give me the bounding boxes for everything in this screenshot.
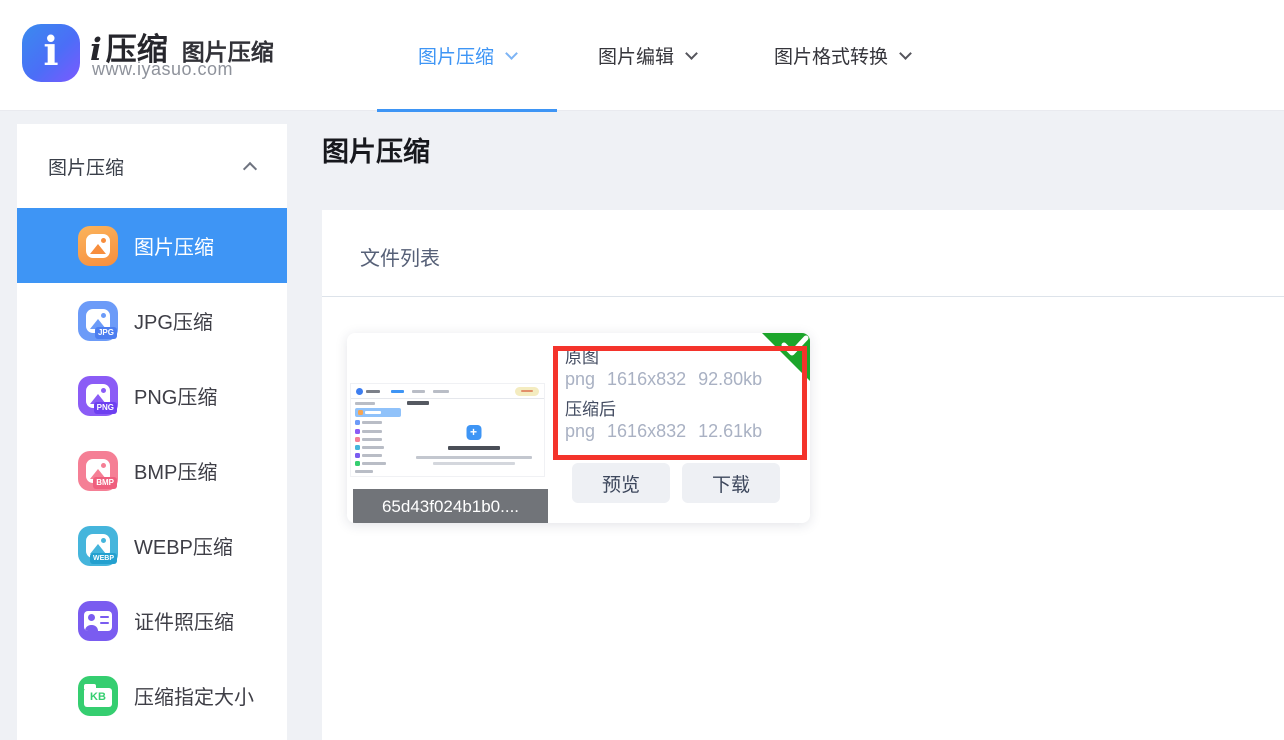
sidebar-item-id-photo-compress[interactable]: 证件照压缩 bbox=[17, 583, 287, 658]
sidebar-item-label: JPG压缩 bbox=[134, 306, 213, 335]
file-info: 原图 png 1616x832 92.80kb 压缩后 png 1616x832… bbox=[565, 347, 762, 443]
original-info: png 1616x832 92.80kb bbox=[565, 368, 762, 391]
download-button[interactable]: 下载 bbox=[682, 463, 780, 503]
photo-icon: BMP bbox=[78, 451, 118, 491]
nav-item-label: 图片压缩 bbox=[418, 42, 494, 69]
chevron-up-icon bbox=[243, 161, 257, 175]
sidebar-group-image-compress[interactable]: 图片压缩 bbox=[17, 124, 287, 208]
sidebar-item-image-compress[interactable]: 图片压缩 bbox=[17, 208, 287, 283]
sidebar: 图片压缩 图片压缩 JPG JPG压缩 PNG PNG压缩 BMP BMP压缩 … bbox=[17, 124, 287, 740]
sidebar-item-label: 压缩指定大小 bbox=[134, 681, 254, 710]
success-corner-check-icon bbox=[762, 333, 810, 381]
kb-badge: KB bbox=[90, 692, 106, 703]
format-badge: PNG bbox=[94, 402, 117, 414]
chevron-down-icon bbox=[505, 47, 518, 60]
compressed-label: 压缩后 bbox=[565, 399, 762, 420]
sidebar-item-bmp-compress[interactable]: BMP BMP压缩 bbox=[17, 433, 287, 508]
folder-icon: KB bbox=[78, 676, 118, 716]
page-title: 图片压缩 bbox=[322, 130, 430, 169]
brand-url: www.iyasuo.com bbox=[92, 59, 233, 80]
nav-item-label: 图片编辑 bbox=[598, 42, 674, 69]
file-thumbnail[interactable]: + 65d43f024b1b0.... bbox=[350, 335, 545, 487]
original-label: 原图 bbox=[565, 347, 762, 368]
top-nav: 图片压缩 图片编辑 图片格式转换 bbox=[377, 0, 947, 111]
photo-icon: WEBP bbox=[78, 526, 118, 566]
nav-item-image-edit[interactable]: 图片编辑 bbox=[557, 0, 737, 111]
format-badge: BMP bbox=[93, 477, 117, 489]
nav-item-label: 图片格式转换 bbox=[774, 42, 888, 69]
sidebar-item-label: PNG压缩 bbox=[134, 381, 217, 410]
preview-button[interactable]: 预览 bbox=[572, 463, 670, 503]
nav-item-image-compress[interactable]: 图片压缩 bbox=[377, 0, 557, 111]
sidebar-item-jpg-compress[interactable]: JPG JPG压缩 bbox=[17, 283, 287, 358]
photo-icon: PNG bbox=[78, 376, 118, 416]
plus-icon: + bbox=[466, 425, 481, 440]
chevron-down-icon bbox=[685, 47, 698, 60]
file-list-panel: 文件列表 bbox=[322, 210, 1284, 740]
sidebar-item-png-compress[interactable]: PNG PNG压缩 bbox=[17, 358, 287, 433]
photo-icon: JPG bbox=[78, 301, 118, 341]
sidebar-item-compress-to-size[interactable]: KB 压缩指定大小 bbox=[17, 658, 287, 733]
compressed-info: png 1616x832 12.61kb bbox=[565, 420, 762, 443]
panel-title: 文件列表 bbox=[360, 242, 440, 271]
thumbnail-mini-screenshot: + bbox=[350, 383, 545, 477]
photo-icon bbox=[78, 226, 118, 266]
file-card: + 65d43f024b1b0.... 原图 png 1616x832 92.8… bbox=[347, 333, 810, 523]
chevron-down-icon bbox=[899, 47, 912, 60]
sidebar-item-label: BMP压缩 bbox=[134, 456, 217, 485]
format-badge: WEBP bbox=[90, 553, 117, 564]
format-badge: JPG bbox=[95, 327, 117, 339]
brand-title: i压缩 图片压缩 bbox=[90, 24, 274, 64]
sidebar-group-label: 图片压缩 bbox=[48, 153, 124, 180]
id-card-icon bbox=[78, 601, 118, 641]
panel-divider bbox=[322, 296, 1284, 297]
sidebar-item-label: WEBP压缩 bbox=[134, 531, 233, 560]
app-header: i i压缩 图片压缩 www.iyasuo.com 图片压缩 图片编辑 图片格式… bbox=[0, 0, 1284, 111]
nav-item-format-convert[interactable]: 图片格式转换 bbox=[737, 0, 947, 111]
file-name-bar: 65d43f024b1b0.... bbox=[353, 489, 548, 523]
brand-logo-icon[interactable]: i bbox=[22, 24, 80, 82]
sidebar-item-webp-compress[interactable]: WEBP WEBP压缩 bbox=[17, 508, 287, 583]
sidebar-item-label: 图片压缩 bbox=[134, 231, 214, 260]
file-name: 65d43f024b1b0.... bbox=[382, 497, 519, 517]
sidebar-item-label: 证件照压缩 bbox=[134, 606, 234, 635]
